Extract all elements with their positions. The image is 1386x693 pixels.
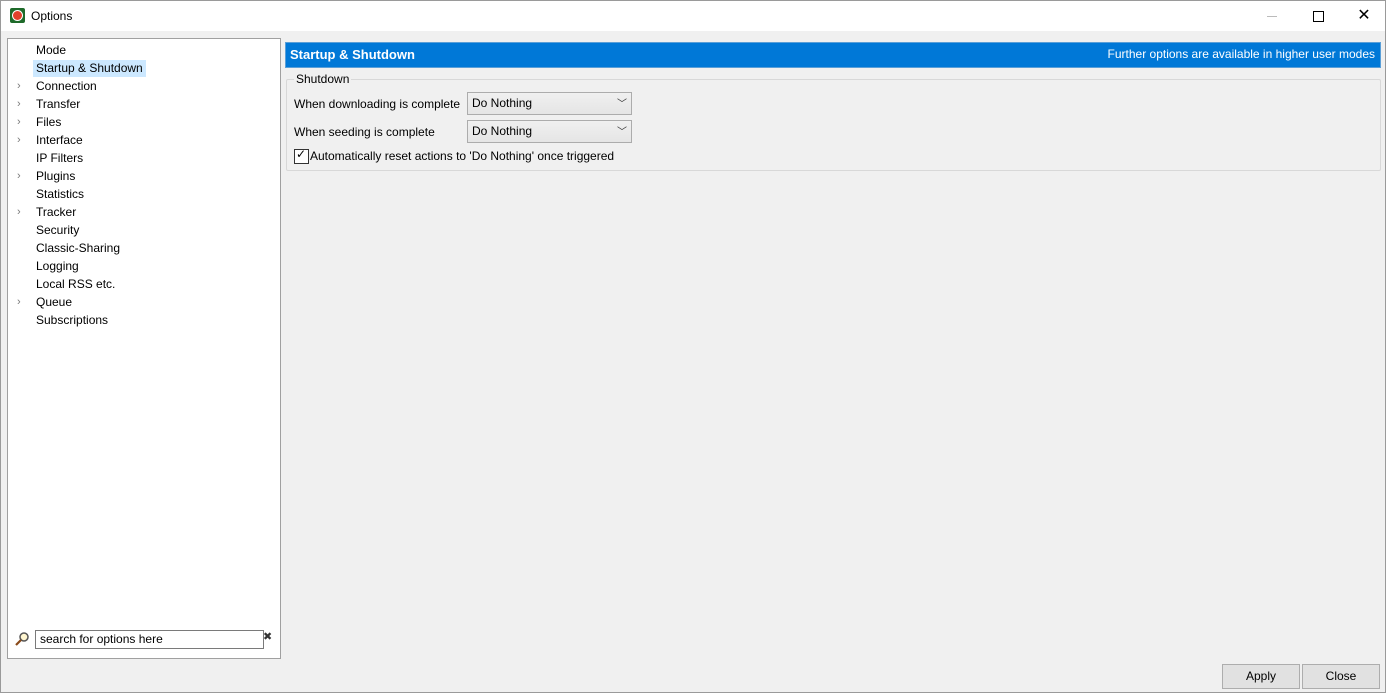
- shutdown-group-title: Shutdown: [294, 72, 352, 86]
- tree-item-label: Classic-Sharing: [36, 241, 121, 255]
- window-title: Options: [31, 9, 73, 23]
- tree-item[interactable]: › Interface: [8, 131, 280, 149]
- app-icon: [10, 8, 25, 23]
- downloading-complete-select[interactable]: Do Nothing ﹀: [467, 92, 632, 115]
- tree-item[interactable]: Statistics: [8, 185, 280, 203]
- tree-item-label: Transfer: [36, 97, 81, 111]
- tree-item-label: Files: [36, 115, 62, 129]
- tree-item-label: Interface: [36, 133, 83, 147]
- tree-item[interactable]: › Plugins: [8, 167, 280, 185]
- tree-item[interactable]: › Transfer: [8, 95, 280, 113]
- tree-item[interactable]: Local RSS etc.: [8, 275, 280, 293]
- downloading-complete-label: When downloading is complete: [294, 97, 461, 111]
- tree-item-label: Tracker: [36, 205, 77, 219]
- title-bar: Options ✕: [1, 1, 1385, 31]
- tree-item[interactable]: Security: [8, 221, 280, 239]
- chevron-right-icon[interactable]: ›: [17, 203, 27, 221]
- chevron-right-icon[interactable]: ›: [17, 167, 27, 185]
- close-window-button[interactable]: ✕: [1341, 1, 1386, 31]
- chevron-right-icon[interactable]: ›: [17, 113, 27, 131]
- tree-item-label: Startup & Shutdown: [33, 60, 146, 77]
- seeding-complete-value: Do Nothing: [472, 124, 533, 138]
- apply-button[interactable]: Apply: [1222, 664, 1300, 689]
- section-title: Startup & Shutdown: [290, 47, 415, 62]
- tree-item-label: Security: [36, 223, 80, 237]
- options-tree-panel: Mode Startup & Shutdown › Connection › Transf…: [7, 38, 281, 659]
- tree-item[interactable]: › Connection: [8, 77, 280, 95]
- tree-item-label: Local RSS etc.: [36, 277, 116, 291]
- chevron-down-icon: ﹀: [617, 99, 627, 110]
- tree-item[interactable]: › Files: [8, 113, 280, 131]
- options-tree: Mode Startup & Shutdown › Connection › Transf…: [8, 41, 280, 329]
- tree-item-label: Connection: [36, 79, 97, 93]
- tree-item-label: Logging: [36, 259, 79, 273]
- minimize-button[interactable]: [1249, 1, 1295, 31]
- maximize-icon: [1312, 10, 1324, 22]
- checkmark-icon: ✓: [296, 147, 307, 161]
- tree-item-label: Subscriptions: [36, 313, 109, 327]
- close-button[interactable]: Close: [1302, 664, 1380, 689]
- tree-item[interactable]: › Queue: [8, 293, 280, 311]
- close-icon: ✕: [1357, 7, 1371, 24]
- tree-item[interactable]: Logging: [8, 257, 280, 275]
- tree-item-label: Mode: [36, 43, 67, 57]
- seeding-complete-label: When seeding is complete: [294, 125, 435, 139]
- maximize-button[interactable]: [1295, 1, 1341, 31]
- user-mode-note: Further options are available in higher …: [1107, 47, 1375, 61]
- clear-icon[interactable]: ✖: [263, 630, 272, 643]
- tree-item[interactable]: IP Filters: [8, 149, 280, 167]
- auto-reset-label[interactable]: Automatically reset actions to 'Do Nothi…: [310, 149, 614, 163]
- search-icon: [15, 632, 29, 646]
- tree-item[interactable]: Classic-Sharing: [8, 239, 280, 257]
- tree-item-label: Plugins: [36, 169, 76, 183]
- chevron-right-icon[interactable]: ›: [17, 293, 27, 311]
- options-window: Options ✕ Mode Startup & Shutdown › Connect…: [0, 0, 1386, 693]
- chevron-right-icon[interactable]: ›: [17, 131, 27, 149]
- chevron-down-icon: ﹀: [617, 127, 627, 138]
- chevron-right-icon[interactable]: ›: [17, 77, 27, 95]
- search-input[interactable]: [35, 630, 264, 649]
- downloading-complete-value: Do Nothing: [472, 96, 533, 110]
- section-header: Startup & Shutdown Further options are a…: [285, 42, 1381, 68]
- tree-item-label: Queue: [36, 295, 73, 309]
- tree-item-label: Statistics: [36, 187, 85, 201]
- minimize-icon: [1267, 15, 1277, 17]
- seeding-complete-select[interactable]: Do Nothing ﹀: [467, 120, 632, 143]
- tree-item[interactable]: Subscriptions: [8, 311, 280, 329]
- chevron-right-icon[interactable]: ›: [17, 95, 27, 113]
- tree-item[interactable]: Mode: [8, 41, 280, 59]
- search-row: ✖: [8, 627, 280, 655]
- tree-item[interactable]: Startup & Shutdown: [8, 59, 280, 77]
- tree-item-label: IP Filters: [36, 151, 84, 165]
- tree-item[interactable]: › Tracker: [8, 203, 280, 221]
- auto-reset-checkbox[interactable]: ✓: [294, 147, 309, 164]
